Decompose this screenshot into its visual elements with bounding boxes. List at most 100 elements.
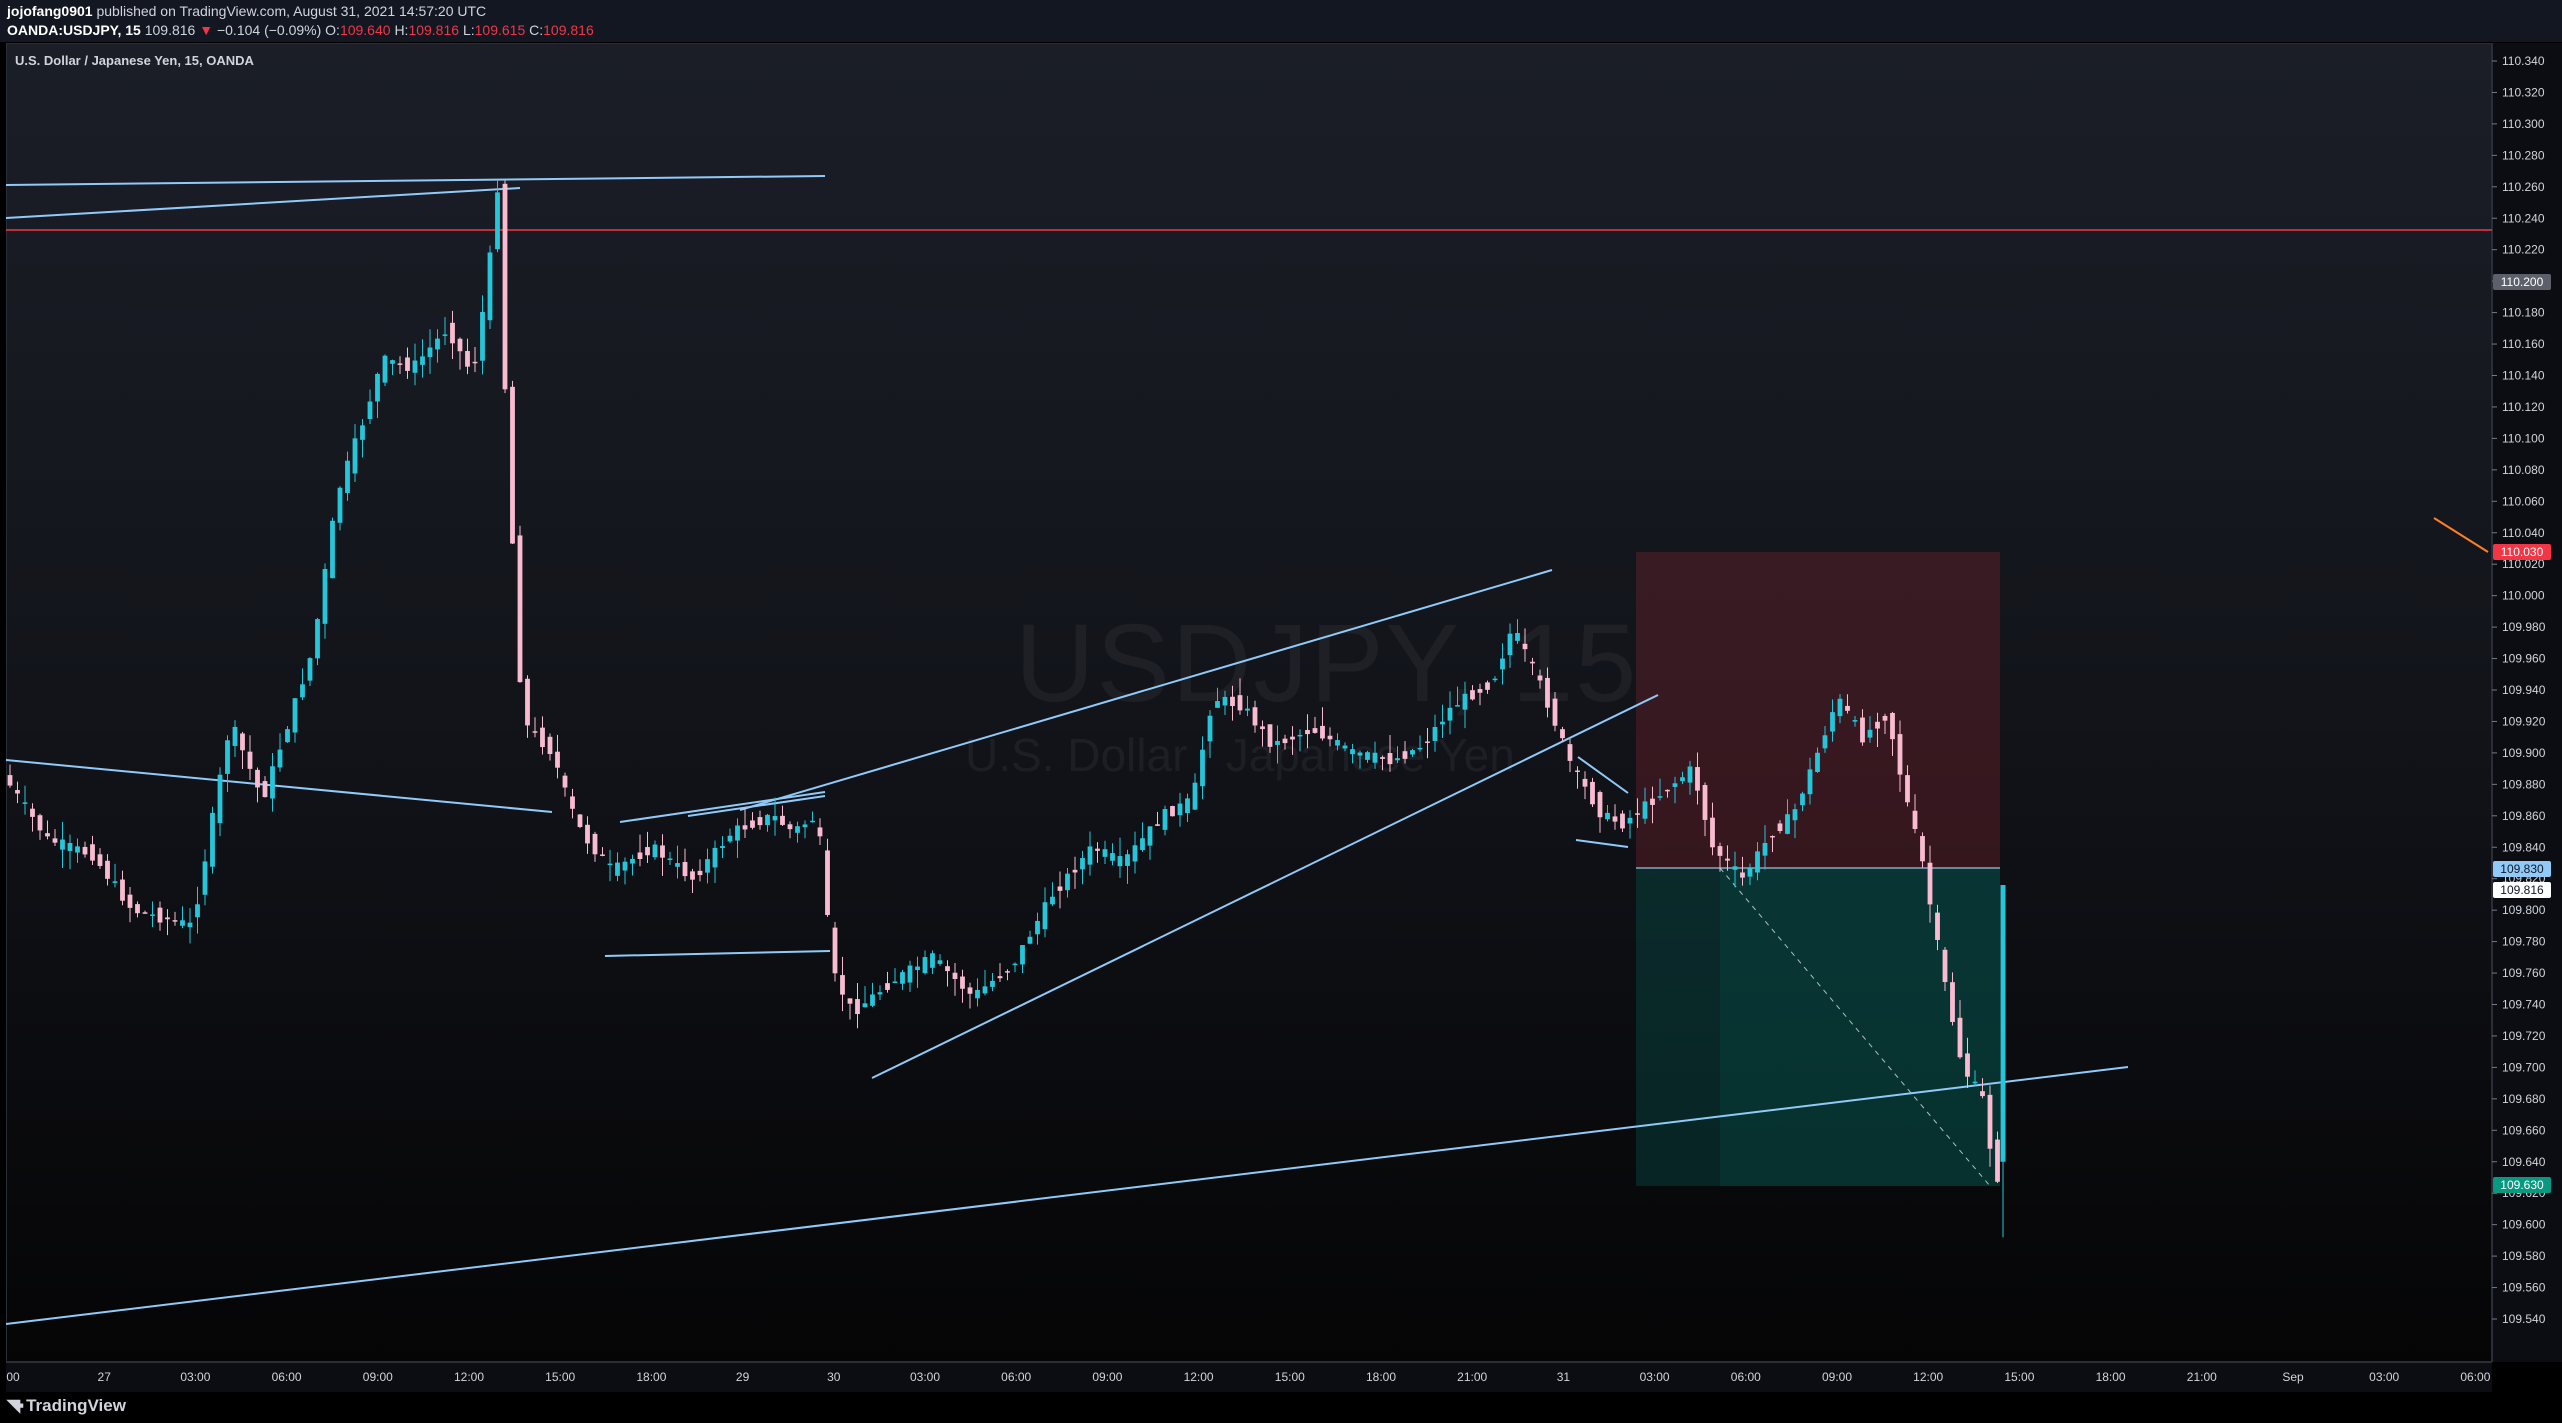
candle[interactable] — [1237, 678, 1243, 715]
candle[interactable] — [1462, 681, 1468, 729]
candle[interactable] — [780, 805, 785, 826]
trendline-left-support[interactable] — [5, 759, 553, 813]
candle[interactable] — [1627, 810, 1633, 839]
candle[interactable] — [765, 813, 770, 832]
candle[interactable] — [60, 821, 65, 868]
candle[interactable] — [1290, 726, 1295, 755]
candle[interactable] — [1560, 726, 1565, 742]
candle[interactable] — [502, 180, 508, 394]
candle[interactable] — [982, 970, 988, 996]
candle[interactable] — [1132, 831, 1138, 874]
candle[interactable] — [210, 806, 215, 874]
candle[interactable] — [15, 781, 20, 804]
candle[interactable] — [1530, 657, 1535, 676]
tradingview-logo[interactable]: ◥▪ TradingView — [7, 1396, 126, 1416]
candle[interactable] — [727, 828, 733, 844]
candle[interactable] — [217, 767, 223, 837]
candle[interactable] — [1380, 755, 1385, 771]
candle[interactable] — [690, 868, 695, 894]
candle[interactable] — [637, 834, 643, 867]
candle[interactable] — [1357, 750, 1363, 769]
candle[interactable] — [592, 831, 598, 862]
candle[interactable] — [832, 921, 838, 982]
candle[interactable] — [232, 720, 238, 758]
candle[interactable] — [142, 910, 148, 914]
candle[interactable] — [337, 486, 343, 531]
candle[interactable] — [577, 813, 583, 829]
candle[interactable] — [855, 983, 860, 1029]
candle[interactable] — [247, 735, 253, 780]
candle[interactable] — [562, 772, 568, 797]
candle[interactable] — [255, 767, 260, 803]
candle[interactable] — [427, 329, 433, 374]
candle[interactable] — [975, 978, 980, 1007]
candle[interactable] — [1147, 826, 1153, 860]
last-candle[interactable] — [2000, 884, 2006, 1238]
candle[interactable] — [1605, 804, 1610, 822]
candle[interactable] — [82, 841, 88, 858]
candle[interactable] — [1372, 741, 1378, 769]
candle[interactable] — [1515, 619, 1520, 644]
candle[interactable] — [105, 854, 110, 886]
candle[interactable] — [645, 831, 650, 864]
candle[interactable] — [532, 717, 538, 738]
candle[interactable] — [1590, 777, 1595, 808]
candle[interactable] — [1410, 748, 1415, 757]
candle[interactable] — [1402, 741, 1408, 764]
candle[interactable] — [1507, 623, 1513, 668]
candle[interactable] — [1042, 887, 1048, 938]
candle[interactable] — [292, 697, 298, 743]
candle[interactable] — [967, 982, 973, 1009]
candle[interactable] — [1177, 792, 1183, 827]
candle[interactable] — [750, 812, 755, 830]
candle[interactable] — [1522, 628, 1528, 662]
candle[interactable] — [1230, 685, 1235, 721]
candle[interactable] — [510, 380, 515, 544]
candle[interactable] — [112, 863, 118, 888]
candle[interactable] — [705, 848, 710, 884]
candle[interactable] — [465, 338, 470, 375]
candle[interactable] — [300, 668, 305, 701]
candle[interactable] — [1597, 790, 1603, 833]
candle[interactable] — [517, 525, 523, 683]
trendline-top-rise[interactable] — [5, 187, 521, 219]
candle[interactable] — [1297, 729, 1303, 752]
candle[interactable] — [487, 245, 493, 330]
candle[interactable] — [885, 971, 890, 993]
candle[interactable] — [922, 950, 928, 975]
candle[interactable] — [1387, 735, 1393, 772]
candle[interactable] — [1260, 720, 1265, 747]
candle[interactable] — [675, 845, 680, 879]
candle[interactable] — [67, 834, 73, 870]
candle[interactable] — [1192, 773, 1198, 811]
candle[interactable] — [1455, 686, 1460, 707]
candle[interactable] — [1140, 822, 1145, 852]
candle[interactable] — [1335, 733, 1340, 751]
candle[interactable] — [697, 859, 703, 882]
candle[interactable] — [1447, 691, 1453, 735]
candle[interactable] — [7, 764, 13, 788]
candle[interactable] — [442, 317, 448, 345]
candle[interactable] — [817, 818, 823, 846]
candle[interactable] — [322, 563, 328, 639]
candle[interactable] — [1162, 805, 1168, 836]
candle[interactable] — [652, 840, 658, 860]
candle[interactable] — [285, 725, 290, 743]
candle[interactable] — [607, 849, 613, 882]
candle[interactable] — [1432, 714, 1438, 752]
candle[interactable] — [352, 424, 358, 482]
candle[interactable] — [1305, 714, 1310, 749]
candle[interactable] — [420, 339, 425, 378]
candle[interactable] — [667, 851, 673, 865]
candle[interactable] — [1125, 849, 1130, 884]
candle[interactable] — [1215, 687, 1220, 709]
candle[interactable] — [757, 810, 763, 830]
candle[interactable] — [1275, 725, 1280, 764]
candle[interactable] — [307, 657, 313, 686]
candle[interactable] — [1612, 804, 1618, 830]
candle[interactable] — [787, 821, 793, 839]
candle[interactable] — [127, 887, 133, 923]
candle[interactable] — [1065, 867, 1070, 898]
candle[interactable] — [937, 954, 943, 966]
candle[interactable] — [1267, 724, 1273, 753]
